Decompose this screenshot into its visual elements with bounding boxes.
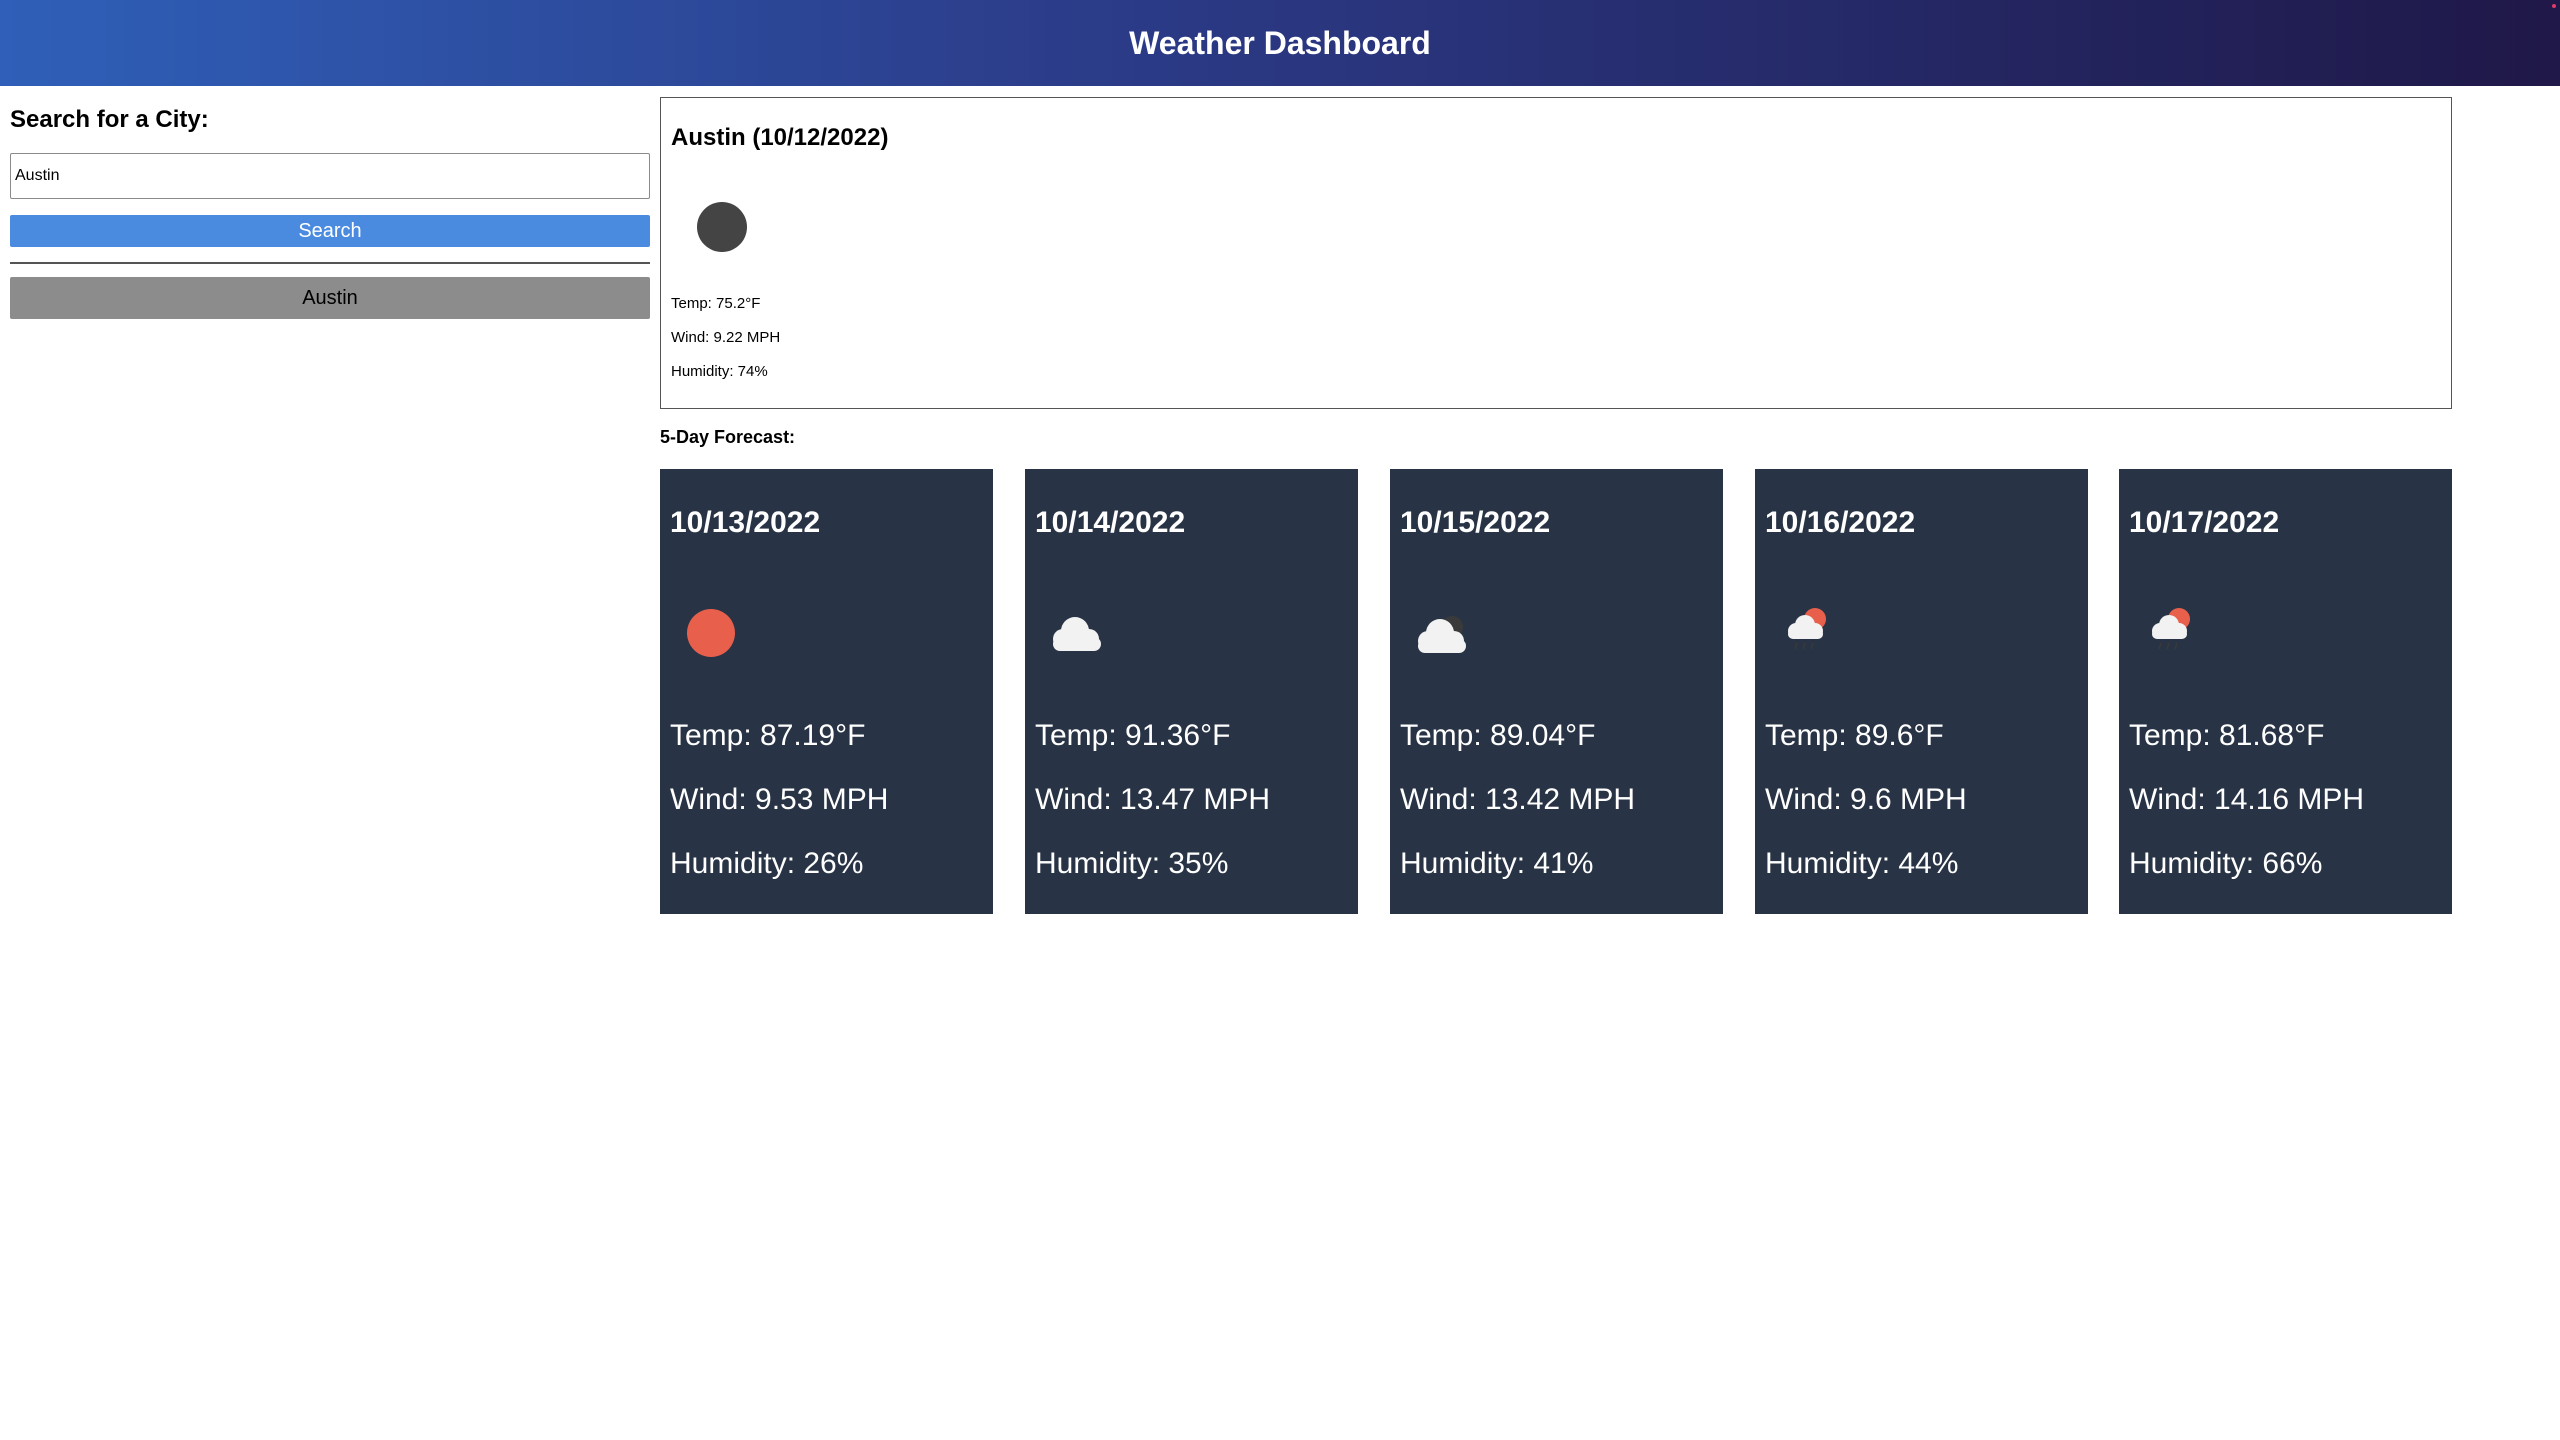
sun-icon: [680, 599, 750, 659]
forecast-temp: Temp: 81.68°F: [2129, 719, 2325, 752]
history-city-button[interactable]: Austin: [10, 277, 650, 319]
page-title: Weather Dashboard: [1129, 24, 1431, 61]
forecast-humidity: Humidity: 35%: [1035, 847, 1229, 880]
corner-indicator: [2552, 4, 2556, 8]
search-button[interactable]: Search: [10, 215, 650, 247]
current-weather-card: Austin (10/12/2022) Temp: 75.2°F Wind: 9…: [660, 97, 2452, 409]
forecast-card: 10/16/2022 Temp: 89.6°F Wind: 9.6 MPH Hu…: [1755, 469, 2088, 914]
forecast-date: 10/14/2022: [1035, 506, 1186, 539]
forecast-heading: 5-Day Forecast:: [660, 427, 796, 447]
city-search-input[interactable]: [10, 153, 650, 199]
cloud-night-icon: [1410, 599, 1480, 659]
forecast-wind: Wind: 13.47 MPH: [1035, 783, 1271, 816]
cloud-icon: [1045, 599, 1115, 659]
forecast-wind: Wind: 14.16 MPH: [2129, 783, 2365, 816]
forecast-wind: Wind: 9.6 MPH: [1765, 783, 1967, 816]
rain-sun-icon: [1775, 599, 1845, 659]
forecast-date: 10/17/2022: [2129, 506, 2280, 539]
forecast-humidity: Humidity: 41%: [1400, 847, 1594, 880]
forecast-card: 10/13/2022 Temp: 87.19°F Wind: 9.53 MPH …: [660, 469, 993, 914]
sidebar-divider: [10, 262, 650, 264]
forecast-date: 10/13/2022: [670, 506, 821, 539]
forecast-date: 10/16/2022: [1765, 506, 1916, 539]
current-city-date: Austin (10/12/2022): [671, 124, 889, 151]
forecast-card: 10/14/2022 Temp: 91.36°F Wind: 13.47 MPH…: [1025, 469, 1358, 914]
forecast-temp: Temp: 89.04°F: [1400, 719, 1596, 752]
forecast-humidity: Humidity: 66%: [2129, 847, 2323, 880]
forecast-humidity: Humidity: 26%: [670, 847, 864, 880]
forecast-temp: Temp: 87.19°F: [670, 719, 866, 752]
forecast-temp: Temp: 89.6°F: [1765, 719, 1944, 752]
forecast-wind: Wind: 9.53 MPH: [670, 783, 889, 816]
forecast-card: 10/17/2022 Temp: 81.68°F Wind: 14.16 MPH…: [2119, 469, 2452, 914]
search-sidebar: Search for a City: Search Austin: [10, 105, 650, 319]
current-temp: Temp: 75.2°F: [671, 295, 761, 312]
forecast-humidity: Humidity: 44%: [1765, 847, 1959, 880]
search-heading: Search for a City:: [10, 106, 209, 133]
rain-sun-icon: [2139, 599, 2209, 659]
app-header: Weather Dashboard: [0, 0, 2560, 86]
forecast-date: 10/15/2022: [1400, 506, 1551, 539]
forecast-wind: Wind: 13.42 MPH: [1400, 783, 1636, 816]
forecast-card: 10/15/2022 Temp: 89.04°F Wind: 13.42 MPH…: [1390, 469, 1723, 914]
forecast-temp: Temp: 91.36°F: [1035, 719, 1231, 752]
current-wind: Wind: 9.22 MPH: [671, 329, 781, 346]
current-humidity: Humidity: 74%: [671, 363, 768, 380]
moon-icon: [697, 202, 747, 252]
